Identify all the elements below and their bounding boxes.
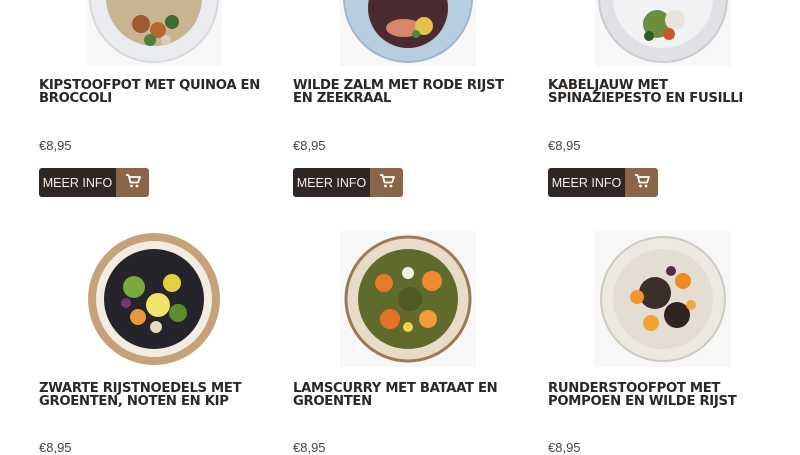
product-image[interactable] bbox=[86, 231, 222, 367]
more-info-button[interactable]: MEER INFO bbox=[548, 168, 625, 197]
product-price: €8,95 bbox=[548, 138, 581, 153]
more-info-button[interactable]: MEER INFO bbox=[293, 168, 370, 197]
product-title[interactable]: WILDE ZALM MET RODE RIJST EN ZEEKRAAL bbox=[293, 79, 521, 105]
product-image[interactable] bbox=[595, 231, 731, 367]
product-actions: MEER INFO bbox=[39, 168, 149, 197]
add-to-cart-button[interactable] bbox=[370, 168, 403, 197]
product-image[interactable] bbox=[86, 0, 222, 66]
product-actions: MEER INFO bbox=[293, 168, 403, 197]
product-image[interactable] bbox=[340, 0, 476, 66]
cart-icon bbox=[125, 174, 141, 191]
product-price: €8,95 bbox=[548, 440, 581, 455]
cart-icon bbox=[634, 174, 650, 191]
product-image[interactable] bbox=[340, 231, 476, 367]
product-title[interactable]: RUNDERSTOOFPOT MET POMPOEN EN WILDE RIJS… bbox=[548, 382, 776, 408]
more-info-button[interactable]: MEER INFO bbox=[39, 168, 116, 197]
add-to-cart-button[interactable] bbox=[116, 168, 149, 197]
dish-cod-fusilli-icon bbox=[595, 0, 731, 66]
dish-salmon-rice-icon bbox=[340, 0, 476, 66]
dish-black-noodles-icon bbox=[88, 233, 220, 365]
product-title[interactable]: KABELJAUW MET SPINAZIEPESTO EN FUSILLI bbox=[548, 79, 776, 105]
product-price: €8,95 bbox=[293, 138, 326, 153]
product-actions: MEER INFO bbox=[548, 168, 658, 197]
dish-quinoa-chicken-icon bbox=[86, 0, 222, 66]
cart-icon bbox=[379, 174, 395, 191]
product-title[interactable]: ZWARTE RIJSTNOEDELS MET GROENTEN, NOTEN … bbox=[39, 382, 267, 408]
product-price: €8,95 bbox=[293, 440, 326, 455]
product-price: €8,95 bbox=[39, 138, 72, 153]
dish-lamb-curry-icon bbox=[340, 231, 476, 367]
product-price: €8,95 bbox=[39, 440, 72, 455]
dish-beef-pumpkin-icon bbox=[595, 231, 731, 367]
product-title[interactable]: LAMSCURRY MET BATAAT EN GROENTEN bbox=[293, 382, 521, 408]
add-to-cart-button[interactable] bbox=[625, 168, 658, 197]
product-title[interactable]: KIPSTOOFPOT MET QUINOA EN BROCCOLI bbox=[39, 79, 267, 105]
product-image[interactable] bbox=[595, 0, 731, 66]
